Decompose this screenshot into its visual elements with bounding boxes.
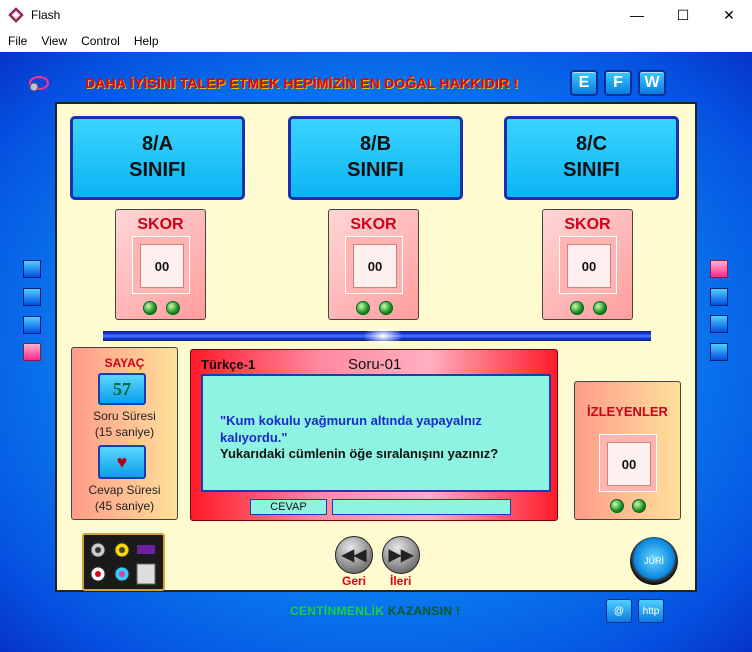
class-8a-box[interactable]: 8/A SINIFI [70,116,245,200]
answer-time-value: (45 saniye) [94,499,155,513]
footer-slogan-part2: KAZANSIN ! [384,604,461,618]
class-8b-label: SINIFI [347,159,404,181]
window-title: Flash [31,8,61,22]
email-button[interactable]: @ [606,599,632,623]
class-8a-name: 8/A [141,133,174,155]
timer-value[interactable]: 57 [98,373,146,405]
right-side-square-3[interactable] [710,315,728,333]
right-side-square-2[interactable] [710,288,728,306]
score-title: SKOR [564,216,611,233]
divider-bar [103,325,651,347]
viewers-score-frame: 00 [599,434,657,492]
class-8c-name: 8/C [575,133,608,155]
toolbox-panel[interactable] [82,533,165,591]
menu-bar: File View Control Help [0,30,752,52]
left-side-square-3[interactable] [23,316,41,334]
menu-control[interactable]: Control [73,30,126,52]
minimize-button[interactable]: — [614,0,660,30]
question-time-value: (15 saniye) [94,425,155,439]
web-link-button[interactable]: http [638,599,664,623]
divider-glow [363,325,403,347]
score-increase-button[interactable] [379,301,393,315]
motto-text: DAHA İYİSİNİ TALEP ETMEK HEPİMİZİN EN DO… [85,75,519,91]
viewers-decrease-button[interactable] [610,499,624,513]
title-bar: Flash — ☐ ✕ [0,0,752,30]
question-quote: "Kum kokulu yağmurun altında yapayalnız … [220,413,482,445]
heart-icon[interactable]: ♥ [98,445,146,479]
swirl-logo-icon[interactable] [26,75,50,93]
close-button[interactable]: ✕ [706,0,752,30]
lang-f-button[interactable]: F [604,70,632,96]
right-side-square-1[interactable] [710,260,728,278]
score-decrease-button[interactable] [570,301,584,315]
score-value: 00 [353,244,397,288]
back-label: Geri [342,574,367,588]
viewers-title: İZLEYENLER [587,404,668,419]
viewers-score-value: 00 [607,442,651,486]
class-8b-name: 8/B [359,133,392,155]
lang-e-button[interactable]: E [570,70,598,96]
answer-field[interactable] [332,499,511,515]
footer-slogan: CENTİNMENLİK KAZANSIN ! [290,604,460,618]
left-side-square-1[interactable] [23,260,41,278]
footer-slogan-part1: CENTİNMENLİK [290,604,385,618]
score-decrease-button[interactable] [143,301,157,315]
score-increase-button[interactable] [593,301,607,315]
next-button[interactable]: ▶▶ [382,536,420,574]
viewers-increase-button[interactable] [632,499,646,513]
score-box-8b: SKOR 00 [328,209,419,320]
timer-panel: SAYAÇ 57 Soru Süresi (15 saniye) ♥ Cevap… [71,347,178,520]
toolbox-icons [90,542,156,585]
score-box-8a: SKOR 00 [115,209,206,320]
class-8c-label: SINIFI [563,159,620,181]
viewers-panel: İZLEYENLER 00 [574,381,681,520]
question-number: Soru-01 [348,356,402,373]
timer-title: SAYAÇ [104,356,145,370]
score-title: SKOR [350,216,397,233]
back-button[interactable]: ◀◀ [335,536,373,574]
maximize-button[interactable]: ☐ [660,0,706,30]
score-frame: 00 [559,236,617,294]
question-text-area: "Kum kokulu yağmurun altında yapayalnız … [201,374,551,492]
score-increase-button[interactable] [166,301,180,315]
question-prompt: Yukarıdaki cümlenin öğe sıralanışını yaz… [220,446,499,461]
question-time-label: Soru Süresi [93,409,156,423]
class-8a-label: SINIFI [129,159,186,181]
question-subject: Türkçe-1 [201,357,256,372]
score-value: 00 [140,244,184,288]
score-title: SKOR [137,216,184,233]
lang-w-button[interactable]: W [638,70,666,96]
left-side-square-2[interactable] [23,288,41,306]
class-8b-box[interactable]: 8/B SINIFI [288,116,463,200]
question-panel: Türkçe-1 Soru-01 "Kum kokulu yağmurun al… [190,349,558,521]
menu-file[interactable]: File [0,30,33,52]
score-decrease-button[interactable] [356,301,370,315]
flash-app-icon [8,7,24,23]
left-side-square-4[interactable] [23,343,41,361]
right-side-square-4[interactable] [710,343,728,361]
next-label: İleri [390,574,412,588]
score-frame: 00 [132,236,190,294]
flash-stage: DAHA İYİSİNİ TALEP ETMEK HEPİMİZİN EN DO… [0,52,752,652]
answer-button[interactable]: CEVAP [250,499,327,515]
score-frame: 00 [345,236,403,294]
menu-view[interactable]: View [33,30,73,52]
score-value: 00 [567,244,611,288]
menu-help[interactable]: Help [126,30,165,52]
answer-time-label: Cevap Süresi [88,483,161,497]
class-8c-box[interactable]: 8/C SINIFI [504,116,679,200]
score-box-8c: SKOR 00 [542,209,633,320]
jury-button[interactable]: JÜRİ [630,537,678,585]
